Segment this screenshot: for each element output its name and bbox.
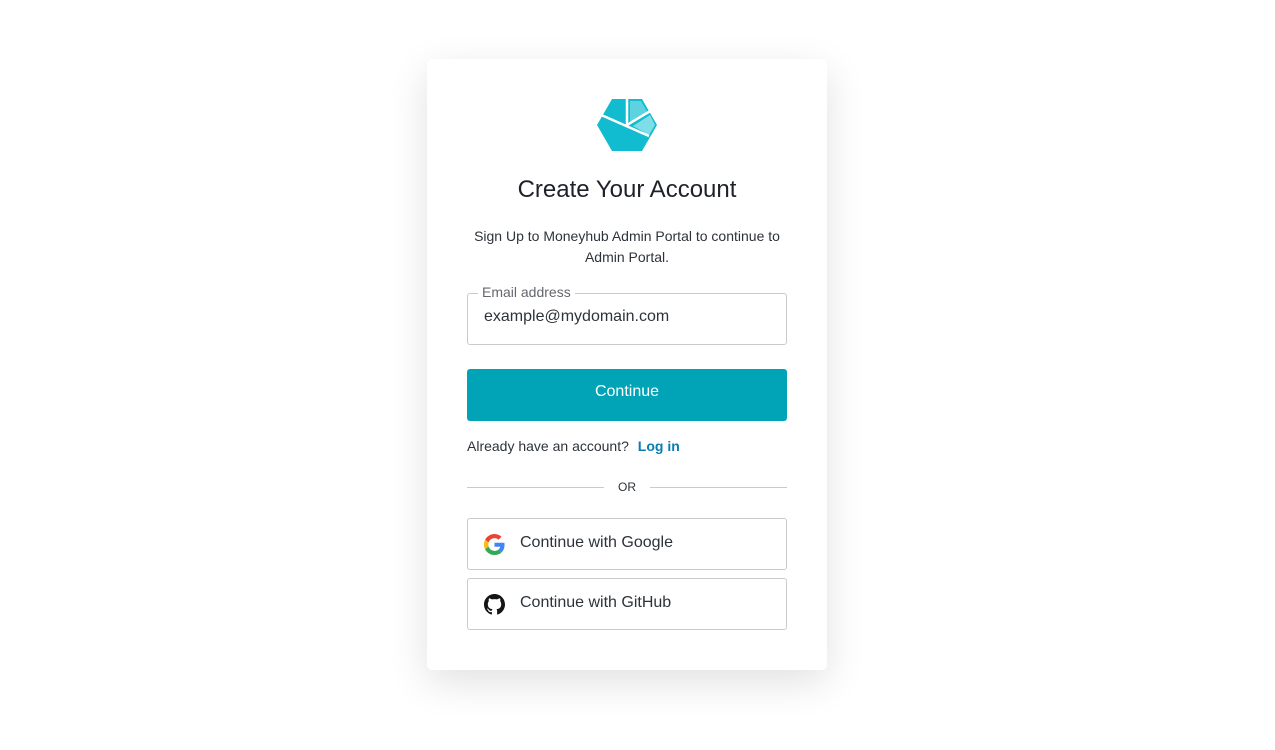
login-prompt-text: Already have an account? (467, 438, 629, 454)
continue-button[interactable]: Continue (467, 369, 787, 421)
login-prompt-row: Already have an account? Log in (467, 436, 680, 456)
signup-card: Create Your Account Sign Up to Moneyhub … (427, 59, 827, 670)
moneyhub-logo (597, 97, 657, 153)
github-button-label: Continue with GitHub (520, 594, 672, 611)
page-title: Create Your Account (517, 176, 737, 203)
email-input[interactable]: example@mydomain.com (484, 307, 774, 327)
page-subtitle: Sign Up to Moneyhub Admin Portal to cont… (474, 228, 780, 265)
continue-with-google-button[interactable]: Continue with Google (467, 518, 787, 570)
email-field-label: Email address (478, 282, 575, 302)
github-icon (484, 594, 505, 615)
or-divider: OR (467, 477, 787, 497)
google-button-label: Continue with Google (520, 534, 673, 551)
continue-with-github-button[interactable]: Continue with GitHub (467, 578, 787, 630)
google-icon (484, 534, 505, 555)
login-link[interactable]: Log in (638, 438, 680, 454)
divider-line-right (650, 487, 787, 488)
email-field[interactable]: Email address example@mydomain.com (467, 282, 787, 345)
